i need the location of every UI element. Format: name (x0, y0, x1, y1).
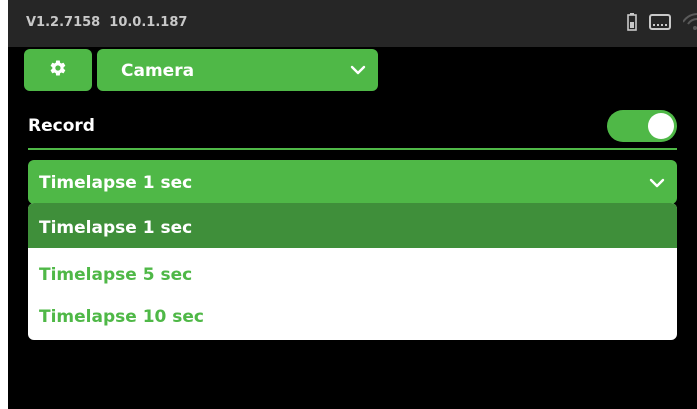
timelapse-dropdown[interactable]: Timelapse 1 sec (28, 160, 677, 204)
mode-select[interactable]: Camera (97, 49, 378, 91)
timelapse-option-10-sec[interactable]: Timelapse 10 sec (28, 292, 677, 337)
settings-button[interactable] (24, 49, 92, 91)
display-icon (649, 13, 671, 31)
status-bar: V1.2.7158 10.0.1.187 (8, 0, 697, 47)
option-label: Timelapse 5 sec (39, 265, 193, 285)
divider (28, 148, 677, 150)
battery-icon (627, 13, 637, 31)
status-info: V1.2.7158 10.0.1.187 (26, 15, 187, 30)
status-icons (627, 11, 697, 33)
mode-select-value: Camera (121, 61, 195, 81)
option-label: Timelapse 10 sec (39, 307, 205, 327)
version-text: V1.2.7158 (26, 15, 101, 30)
gear-icon (49, 59, 67, 81)
timelapse-option-5-sec[interactable]: Timelapse 5 sec (28, 250, 677, 295)
option-label: Timelapse 1 sec (39, 218, 193, 238)
camera-screen: V1.2.7158 10.0.1.187 Camera Record Timel… (8, 0, 697, 409)
ip-address-text: 10.0.1.187 (109, 15, 188, 30)
chevron-down-icon (649, 175, 665, 195)
toggle-knob (648, 113, 674, 139)
timelapse-menu: Timelapse 1 sec Timelapse 5 sec Timelaps… (28, 203, 677, 340)
record-toggle[interactable] (607, 110, 677, 142)
record-label: Record (28, 116, 95, 136)
wifi-icon (683, 12, 697, 32)
timelapse-option-1-sec[interactable]: Timelapse 1 sec (28, 203, 677, 248)
chevron-down-icon (350, 62, 366, 82)
timelapse-dropdown-value: Timelapse 1 sec (39, 173, 193, 193)
